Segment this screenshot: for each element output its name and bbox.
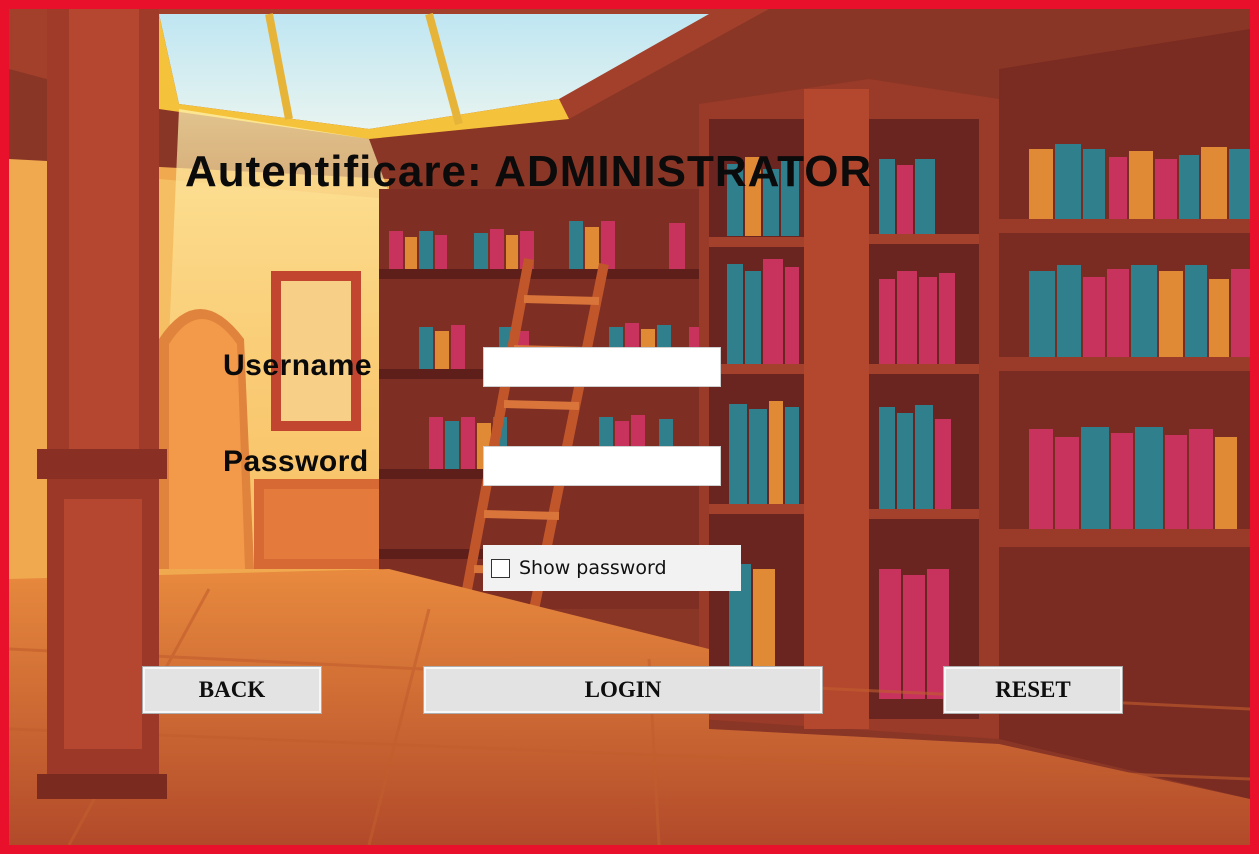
login-button[interactable]: LOGIN [423, 666, 823, 714]
show-password-checkbox[interactable]: Show password [483, 545, 741, 591]
login-window: Autentificare: ADMINISTRATOR Username Pa… [0, 0, 1259, 854]
checkbox-icon[interactable] [491, 558, 510, 578]
username-input[interactable] [483, 347, 721, 387]
back-button[interactable]: BACK [142, 666, 322, 714]
page-title: Autentificare: ADMINISTRATOR [185, 147, 873, 196]
show-password-label: Show password [519, 557, 667, 579]
reset-button[interactable]: RESET [943, 666, 1123, 714]
password-input[interactable] [483, 446, 721, 486]
library-background-illustration [9, 9, 1250, 845]
username-label: Username [223, 349, 373, 382]
password-label: Password [223, 445, 369, 478]
